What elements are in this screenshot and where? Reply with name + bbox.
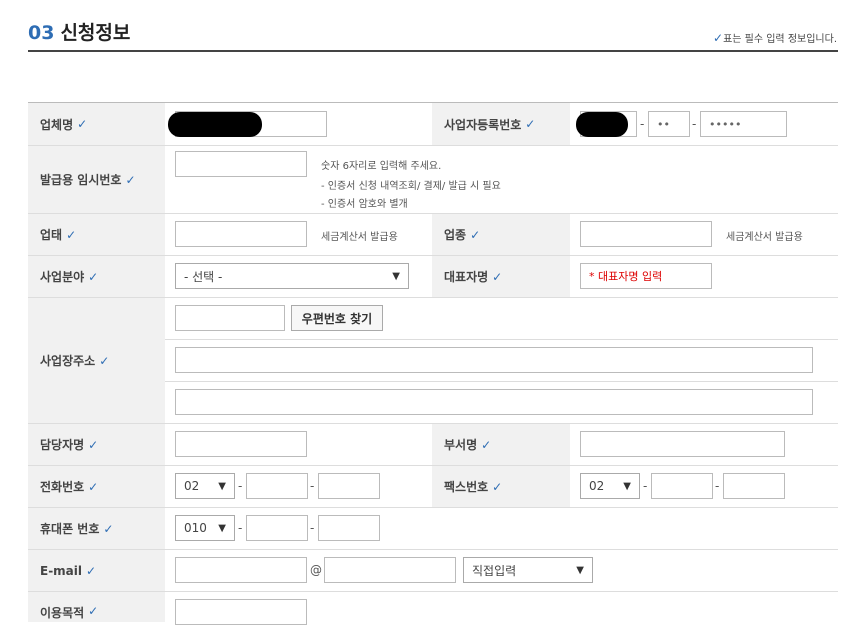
separator: - xyxy=(640,117,645,131)
email-at-sign: @ xyxy=(310,563,322,577)
biz-field-select[interactable]: - 선택 - ▼ xyxy=(175,263,409,289)
check-icon: ✓ xyxy=(713,31,724,45)
row-divider xyxy=(165,339,838,340)
temp-no-note: 숫자 6자리로 입력해 주세요. xyxy=(321,161,442,172)
chevron-down-icon: ▼ xyxy=(576,564,584,576)
mobile-prefix-select[interactable]: 010 ▼ xyxy=(175,515,235,541)
row-divider xyxy=(28,255,838,256)
separator: - xyxy=(715,479,720,493)
check-icon: ✓ xyxy=(99,353,110,368)
temp-no-note: - 인증서 암호와 별개 xyxy=(321,199,408,210)
label-temp-no: 발급용 임시번호 ✓ xyxy=(28,146,165,213)
row-divider xyxy=(28,507,838,508)
label-ceo: 대표자명 ✓ xyxy=(432,256,570,297)
redaction-mark xyxy=(576,112,628,137)
row-divider xyxy=(28,591,838,592)
check-icon: ✓ xyxy=(88,269,99,284)
label-dept: 부서명 ✓ xyxy=(432,424,570,465)
label-email: E-mail ✓ xyxy=(28,550,165,591)
chevron-down-icon: ▼ xyxy=(218,522,226,534)
label-address: 사업장주소 ✓ xyxy=(28,298,165,423)
label-biz-item: 업종 ✓ xyxy=(432,214,570,255)
label-phone: 전화번호 ✓ xyxy=(28,466,165,507)
tax-invoice-note: 세금계산서 발급용 xyxy=(726,232,803,243)
check-icon: ✓ xyxy=(77,117,88,131)
row-divider xyxy=(28,213,838,214)
email-id-input[interactable] xyxy=(175,557,307,583)
separator: - xyxy=(238,521,243,535)
row-divider xyxy=(28,549,838,550)
biz-reg-mid-input[interactable]: •• xyxy=(648,111,690,137)
check-icon: ✓ xyxy=(86,563,97,578)
email-domain-select[interactable]: 직접입력 ▼ xyxy=(463,557,593,583)
fax-last-input[interactable] xyxy=(723,473,785,499)
separator: - xyxy=(643,479,648,493)
biz-item-input[interactable] xyxy=(580,221,712,247)
phone-mid-input[interactable] xyxy=(246,473,308,499)
check-icon: ✓ xyxy=(125,172,136,187)
row-divider xyxy=(28,465,838,466)
temp-no-input[interactable] xyxy=(175,151,307,177)
fax-area-select[interactable]: 02 ▼ xyxy=(580,473,640,499)
email-domain-input[interactable] xyxy=(324,557,456,583)
check-icon: ✓ xyxy=(88,437,99,452)
chevron-down-icon: ▼ xyxy=(392,270,400,282)
chevron-down-icon: ▼ xyxy=(218,480,226,492)
check-icon: ✓ xyxy=(103,521,114,536)
manager-input[interactable] xyxy=(175,431,307,457)
dept-input[interactable] xyxy=(580,431,785,457)
address-line2-input[interactable] xyxy=(175,389,813,415)
header-divider xyxy=(28,50,838,52)
mobile-last-input[interactable] xyxy=(318,515,380,541)
label-purpose: 이용목적 ✓ xyxy=(28,592,165,622)
check-icon: ✓ xyxy=(88,479,99,494)
check-icon: ✓ xyxy=(88,604,99,618)
zipcode-input[interactable] xyxy=(175,305,285,331)
purpose-input[interactable] xyxy=(175,599,307,625)
address-line1-input[interactable] xyxy=(175,347,813,373)
row-divider xyxy=(165,381,838,382)
check-icon: ✓ xyxy=(525,117,536,131)
row-divider xyxy=(28,297,838,298)
separator: - xyxy=(238,479,243,493)
biz-reg-last-input[interactable]: ••••• xyxy=(700,111,787,137)
check-icon: ✓ xyxy=(481,437,492,452)
zipcode-search-button[interactable]: 우편번호 찾기 xyxy=(291,305,383,331)
separator: - xyxy=(310,521,315,535)
label-fax: 팩스번호 ✓ xyxy=(432,466,570,507)
label-manager: 담당자명 ✓ xyxy=(28,424,165,465)
temp-no-note: - 인증서 신청 내역조회/ 결제/ 발급 시 필요 xyxy=(321,181,501,192)
fax-mid-input[interactable] xyxy=(651,473,713,499)
phone-area-select[interactable]: 02 ▼ xyxy=(175,473,235,499)
check-icon: ✓ xyxy=(492,479,503,494)
check-icon: ✓ xyxy=(492,269,503,284)
phone-last-input[interactable] xyxy=(318,473,380,499)
biz-type-input[interactable] xyxy=(175,221,307,247)
label-biz-field: 사업분야 ✓ xyxy=(28,256,165,297)
separator: - xyxy=(692,117,697,131)
check-icon: ✓ xyxy=(66,227,77,242)
label-biz-reg: 사업자등록번호 ✓ xyxy=(432,103,570,145)
chevron-down-icon: ▼ xyxy=(623,480,631,492)
label-company: 업체명 ✓ xyxy=(28,103,165,145)
row-divider xyxy=(28,145,838,146)
tax-invoice-note: 세금계산서 발급용 xyxy=(321,232,398,243)
row-divider xyxy=(28,423,838,424)
section-title: 03 신청정보 xyxy=(28,22,131,44)
label-mobile: 휴대폰 번호 ✓ xyxy=(28,508,165,549)
check-icon: ✓ xyxy=(470,227,481,242)
label-biz-type: 업태 ✓ xyxy=(28,214,165,255)
separator: - xyxy=(310,479,315,493)
redaction-mark xyxy=(168,112,262,137)
required-note: ✓표는 필수 입력 정보입니다. xyxy=(713,31,837,45)
mobile-mid-input[interactable] xyxy=(246,515,308,541)
ceo-input[interactable]: * 대표자명 입력 xyxy=(580,263,712,289)
